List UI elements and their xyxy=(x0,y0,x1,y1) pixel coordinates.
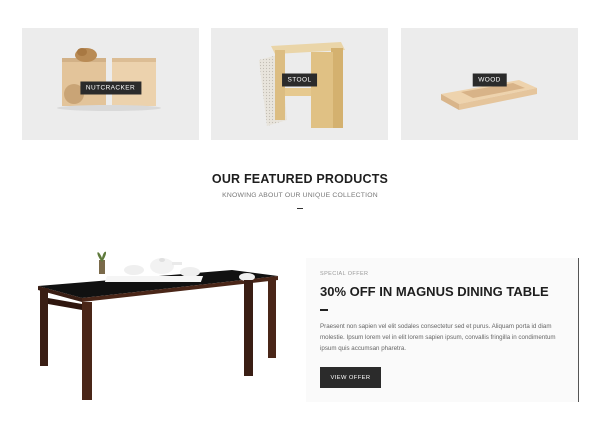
category-label: WOOD xyxy=(472,73,507,87)
offer-divider xyxy=(320,309,328,311)
category-label: NUTCRACKER xyxy=(79,81,142,95)
special-offer-panel: SPECIAL OFFER 30% OFF IN MAGNUS DINING T… xyxy=(306,258,579,402)
dining-table-image xyxy=(38,251,278,400)
offer-description: Praesent non sapien vel elit sodales con… xyxy=(320,323,556,352)
category-label: STOOL xyxy=(281,73,318,87)
featured-subtitle: KNOWING ABOUT OUR UNIQUE COLLECTION xyxy=(222,192,378,199)
category-card-stool[interactable]: STOOL xyxy=(211,28,388,140)
category-card-nutcracker[interactable]: NUTCRACKER xyxy=(22,28,199,140)
offer-title: 30% OFF IN MAGNUS DINING TABLE xyxy=(320,284,549,299)
featured-section-header: OUR FEATURED PRODUCTS KNOWING ABOUT OUR … xyxy=(0,172,600,209)
title-divider xyxy=(297,208,303,209)
featured-title: OUR FEATURED PRODUCTS xyxy=(211,172,389,186)
offer-kicker: SPECIAL OFFER xyxy=(320,271,369,277)
category-card-wood[interactable]: WOOD xyxy=(401,28,578,140)
view-offer-button[interactable]: VIEW OFFER xyxy=(320,367,381,388)
